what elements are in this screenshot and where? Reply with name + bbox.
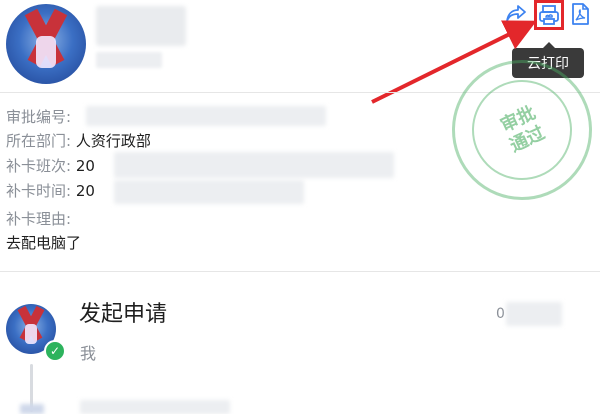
step-time-redacted	[506, 302, 562, 326]
shift-redacted	[114, 152, 394, 178]
field-approval-number: 审批编号:	[6, 106, 71, 128]
field-reason: 补卡理由:	[6, 208, 71, 230]
field-label: 所在部门:	[6, 132, 72, 150]
field-shift: 补卡班次: 20	[6, 155, 95, 177]
field-value: 20	[75, 182, 95, 200]
pdf-icon	[572, 3, 589, 25]
field-time: 补卡时间: 20	[6, 180, 95, 202]
field-value: 20	[75, 157, 95, 175]
step-title: 发起申请	[79, 302, 168, 327]
applicant-status-redacted	[96, 52, 162, 68]
field-value: 人资行政部	[75, 132, 151, 150]
reason-value: 去配电脑了	[6, 234, 82, 252]
reason-text: 去配电脑了	[6, 232, 81, 254]
time-redacted	[114, 180, 304, 204]
check-icon: ✓	[44, 340, 66, 362]
export-pdf-button[interactable]	[568, 2, 592, 26]
field-department: 所在部门: 人资行政部	[6, 130, 151, 152]
field-label: 补卡时间:	[6, 182, 72, 200]
field-label: 补卡班次:	[6, 157, 72, 175]
applicant-name-redacted	[96, 6, 186, 46]
approval-number-redacted	[86, 106, 326, 126]
field-label: 审批编号:	[6, 108, 72, 126]
section-divider	[0, 271, 600, 272]
field-label: 补卡理由:	[6, 210, 72, 228]
print-icon	[539, 5, 559, 25]
next-step-avatar	[20, 404, 44, 414]
applicant-avatar[interactable]	[6, 4, 86, 84]
step-time: 0	[496, 306, 505, 322]
step-actor: 我	[80, 344, 97, 363]
